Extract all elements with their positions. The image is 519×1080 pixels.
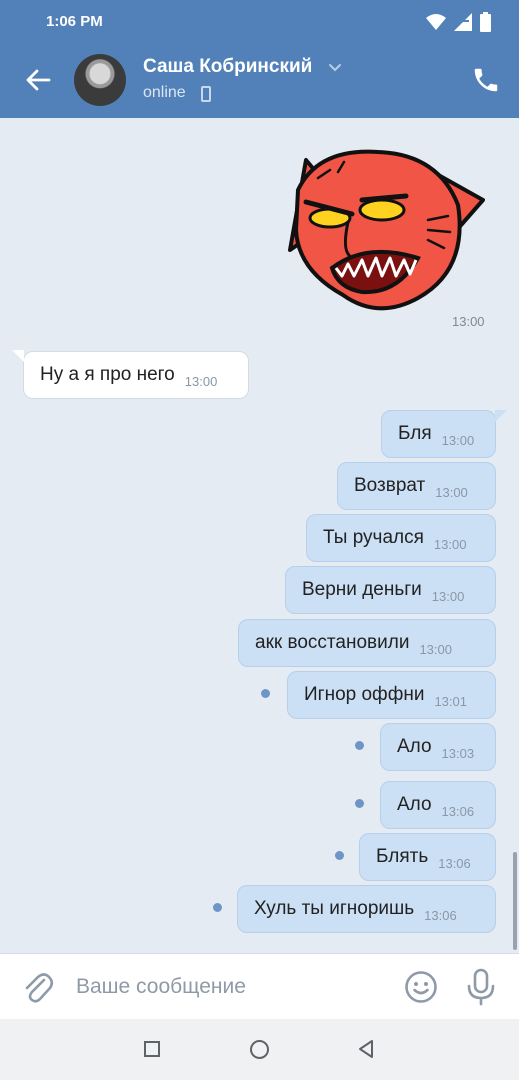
message-bubble-outgoing[interactable]: Ты ручался 13:00 <box>306 514 496 562</box>
message-text: Возврат <box>354 475 426 496</box>
home-button[interactable] <box>250 1040 269 1059</box>
presence-status: online <box>143 84 186 101</box>
message-bubble-outgoing[interactable]: Хуль ты игноришь 13:06 <box>237 885 496 933</box>
message-input[interactable] <box>76 972 376 1002</box>
phone-icon <box>474 68 498 92</box>
message-list[interactable]: 13:00 Ну а я про него 13:00 Бля 13:00 Во… <box>0 118 519 953</box>
message-bubble-outgoing[interactable]: Бля 13:00 <box>381 410 507 458</box>
message-text: Бля <box>398 423 432 444</box>
message-time: 13:06 <box>424 907 457 923</box>
arrow-left-icon <box>26 69 51 91</box>
triangle-back-icon <box>359 1040 373 1058</box>
message-text: Ало <box>397 736 432 757</box>
message-text: Блять <box>376 846 429 867</box>
chat-header: 1:06 PM Саша Кобринский online <box>0 0 519 118</box>
contact-name[interactable]: Саша Кобринский <box>143 56 312 78</box>
microphone-button[interactable] <box>466 968 496 1006</box>
message-time: 13:00 <box>441 432 475 448</box>
message-text: Верни деньги <box>302 579 422 600</box>
message-time: 13:00 <box>419 641 452 657</box>
message-text: Ты ручался <box>323 527 424 548</box>
message-bubble-outgoing[interactable]: Блять 13:06 <box>359 833 496 881</box>
unread-indicator <box>355 799 364 808</box>
message-bubble-outgoing[interactable]: Возврат 13:00 <box>337 462 496 510</box>
avatar[interactable] <box>74 54 126 106</box>
message-bubble-incoming[interactable]: Ну а я про него 13:00 <box>12 350 249 399</box>
battery-icon <box>480 12 491 32</box>
unread-indicator <box>335 851 344 860</box>
unread-indicator <box>261 689 270 698</box>
message-text: Игнор оффни <box>304 684 425 705</box>
message-time: 13:00 <box>435 484 468 500</box>
unread-indicator <box>355 741 364 750</box>
microphone-icon <box>467 968 495 1006</box>
message-text: акк восстановили <box>255 632 410 653</box>
chevron-down-icon[interactable] <box>327 60 343 76</box>
recents-button[interactable] <box>144 1041 160 1057</box>
message-time: 13:06 <box>441 803 475 819</box>
message-text: Хуль ты игноришь <box>254 898 415 919</box>
message-time: 13:00 <box>433 536 467 552</box>
message-bubble-outgoing[interactable]: Ало 13:06 <box>380 781 496 829</box>
message-text: Ну а я про него <box>40 364 175 385</box>
scrollbar[interactable] <box>513 852 517 950</box>
mobile-icon <box>201 86 211 102</box>
message-bubble-outgoing[interactable]: Игнор оффни 13:01 <box>287 671 496 719</box>
status-bar: 1:06 PM <box>0 0 519 44</box>
emoji-button[interactable] <box>404 970 438 1004</box>
message-text: Ало <box>397 794 432 815</box>
message-bubble-outgoing[interactable]: Верни деньги 13:00 <box>285 566 496 614</box>
paperclip-icon <box>25 973 54 1003</box>
message-time: 13:00 <box>452 314 485 329</box>
system-nav-bar <box>0 1019 519 1080</box>
smile-icon <box>405 971 437 1003</box>
call-button[interactable] <box>471 64 501 96</box>
composer-bar <box>0 953 519 1019</box>
back-button[interactable] <box>18 62 58 98</box>
message-time: 13:01 <box>434 693 467 709</box>
attach-button[interactable] <box>22 970 54 1004</box>
angry-cat-sticker[interactable] <box>278 130 490 315</box>
message-time: 13:06 <box>438 855 471 871</box>
message-time: 13:00 <box>431 588 465 604</box>
message-bubble-outgoing[interactable]: Ало 13:03 <box>380 723 496 771</box>
message-bubble-outgoing[interactable]: акк восстановили 13:00 <box>238 619 496 667</box>
system-back-button[interactable] <box>356 1039 376 1059</box>
status-time: 1:06 PM <box>46 13 103 30</box>
message-time: 13:00 <box>184 373 218 389</box>
unread-indicator <box>213 903 222 912</box>
status-icons <box>426 12 491 32</box>
signal-icon <box>454 13 472 31</box>
wifi-icon <box>426 14 446 30</box>
message-time: 13:03 <box>441 745 475 761</box>
